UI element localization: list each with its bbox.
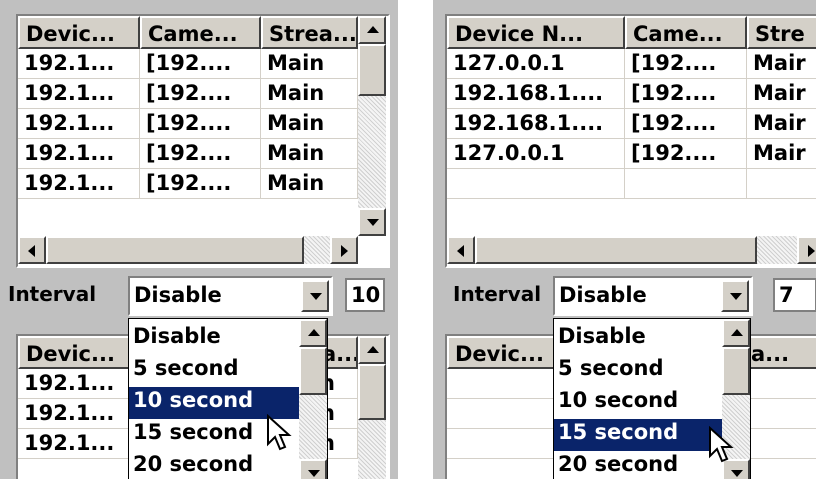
scroll-thumb-horizontal[interactable] [46,236,304,264]
arrow-right-icon [808,245,815,257]
option-15-second[interactable]: 15 second [554,419,722,451]
cell-device[interactable]: 192.1... [18,169,140,199]
interval-label: Interval [453,282,542,306]
scroll-thumb[interactable] [358,364,386,420]
arrow-left-icon [28,245,35,257]
header-device[interactable]: Devic... [18,336,140,369]
cell-stream[interactable]: Main [261,139,358,169]
cell-camera[interactable]: [192.... [625,109,747,139]
count-display: 7 [773,278,816,312]
cell-camera[interactable]: [192.... [140,139,261,169]
arrow-right-icon [341,245,348,257]
option-5-second[interactable]: 5 second [554,355,722,387]
cell-stream[interactable]: Mair [747,49,816,79]
arrow-down-icon [367,219,379,226]
option-disable[interactable]: Disable [554,323,722,355]
option-5-second[interactable]: 5 second [129,355,299,387]
cell-camera[interactable]: [192.... [625,139,747,169]
device-grid[interactable]: Device N... Came... Stre 127.0.0.1 [192.… [445,14,816,268]
cell-camera[interactable]: [192.... [140,169,261,199]
cell-stream[interactable]: Main [261,79,358,109]
cell-device[interactable]: 192.1... [18,109,140,139]
chevron-down-icon [730,293,742,300]
option-20-second[interactable]: 20 second [129,451,299,479]
scroll-thumb[interactable] [722,347,750,395]
cell-camera[interactable]: [192.... [625,49,747,79]
cell-camera[interactable]: [192.... [625,79,747,109]
scroll-left-button[interactable] [447,236,475,264]
header-stream[interactable]: Strea... [261,16,358,49]
scroll-thumb-horizontal[interactable] [475,236,757,264]
right-panel: Device N... Came... Stre 127.0.0.1 [192.… [433,0,816,479]
option-disable[interactable]: Disable [129,323,299,355]
cell-camera[interactable]: [192.... [140,109,261,139]
mouse-cursor-icon [709,426,734,463]
arrow-down-icon [731,470,743,477]
scroll-right-button[interactable] [330,236,358,264]
cell-device[interactable]: 192.1... [18,139,140,169]
header-camera[interactable]: Came... [140,16,261,49]
scroll-up-button[interactable] [358,336,386,364]
left-panel: Devic... Came... Strea... 192.1... [192.… [0,0,398,479]
cell-device[interactable] [447,169,625,199]
combo-value: Disable [134,283,222,307]
scroll-thumb[interactable] [358,44,386,96]
count-display: 10 [345,278,385,312]
combo-dropdown-button[interactable] [721,280,749,312]
header-stream[interactable]: Stre [747,16,816,49]
scroll-up-button[interactable] [358,16,386,44]
cell-device[interactable]: 192.1... [18,79,140,109]
combo-dropdown-button[interactable] [301,280,329,312]
scroll-down-button[interactable] [299,459,327,479]
scroll-down-button[interactable] [358,208,386,236]
chevron-down-icon [310,293,322,300]
interval-dropdown-list[interactable]: Disable 5 second 10 second 15 second 20 … [128,318,328,479]
arrow-up-icon [367,346,379,353]
header-device[interactable]: Devic... [18,16,140,49]
arrow-up-icon [731,329,743,336]
header-camera[interactable]: Came... [625,16,747,49]
cell-stream[interactable]: Mair [747,79,816,109]
combo-value: Disable [559,283,647,307]
cell-camera[interactable]: [192.... [140,49,261,79]
scroll-up-button[interactable] [299,319,327,347]
header-device[interactable]: Devic... [447,336,569,369]
header-device[interactable]: Device N... [447,16,625,49]
cell-device[interactable]: 127.0.0.1 [447,49,625,79]
cell-stream[interactable] [747,169,816,199]
mouse-cursor-icon [267,414,292,451]
cell-device[interactable]: 127.0.0.1 [447,139,625,169]
cell-device[interactable]: 192.1... [18,399,140,429]
arrow-down-icon [308,470,320,477]
option-10-second[interactable]: 10 second [554,387,722,419]
scroll-left-button[interactable] [18,236,46,264]
cell-stream[interactable]: Mair [747,139,816,169]
cell-device[interactable]: 192.1... [18,369,140,399]
interval-combo[interactable]: Disable [128,276,333,316]
arrow-up-icon [367,26,379,33]
arrow-left-icon [457,245,464,257]
cell-device[interactable]: 192.168.1.... [447,109,625,139]
cell-device[interactable]: 192.168.1.... [447,79,625,109]
cell-stream[interactable]: Main [261,109,358,139]
cell-device[interactable]: 192.1... [18,429,140,459]
cell-stream[interactable]: Mair [747,109,816,139]
cell-stream[interactable]: Main [261,169,358,199]
scroll-right-button[interactable] [797,236,816,264]
cell-camera[interactable]: [192.... [140,79,261,109]
cell-device[interactable]: 192.1... [18,49,140,79]
interval-label: Interval [8,282,97,306]
scroll-up-button[interactable] [722,319,750,347]
interval-combo[interactable]: Disable [553,276,753,316]
cell-camera[interactable] [625,169,747,199]
option-20-second[interactable]: 20 second [554,451,722,479]
scroll-thumb[interactable] [299,347,327,395]
cell-stream[interactable]: Main [261,49,358,79]
arrow-up-icon [308,329,320,336]
device-grid[interactable]: Devic... Came... Strea... 192.1... [192.… [16,14,390,268]
